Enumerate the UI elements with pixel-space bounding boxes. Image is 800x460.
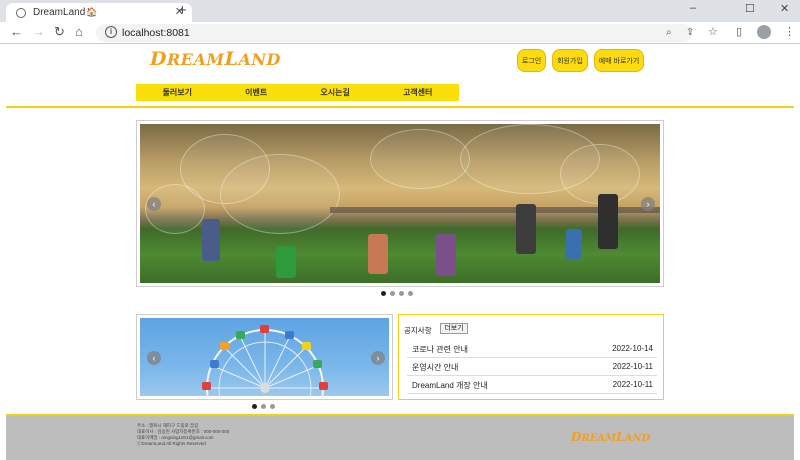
logo-letter: L xyxy=(616,430,625,444)
reserve-button[interactable]: 예매 바로가기 xyxy=(594,49,644,72)
new-tab-icon[interactable]: + xyxy=(178,2,187,19)
bookmark-star-icon[interactable]: ☆ xyxy=(708,25,718,38)
slider-dot[interactable] xyxy=(399,291,404,296)
forward-icon[interactable]: → xyxy=(32,24,45,39)
slider-dot[interactable] xyxy=(261,404,266,409)
main-nav: 둘러보기 이벤트 오시는길 고객센터 xyxy=(136,84,459,101)
logo-letter: L xyxy=(224,48,239,70)
slider-dot[interactable] xyxy=(252,404,257,409)
hero-slider: ‹ › xyxy=(136,120,664,287)
ferris-wheel-illustration xyxy=(202,325,328,396)
minimize-icon[interactable]: – xyxy=(690,2,696,14)
notice-item-title[interactable]: DreamLand 개장 안내 xyxy=(412,380,488,391)
house-icon: 🏠 xyxy=(86,7,98,17)
close-window-icon[interactable]: ✕ xyxy=(780,2,789,15)
hero-slider-dots xyxy=(381,291,413,296)
logo-letter: D xyxy=(571,430,582,444)
slider-dot[interactable] xyxy=(390,291,395,296)
notice-item-date: 2022-10-11 xyxy=(612,362,653,371)
nav-item-event[interactable]: 이벤트 xyxy=(245,87,267,98)
zoom-icon[interactable]: ⌕ xyxy=(666,27,672,38)
ferris-slider-dots xyxy=(252,404,275,409)
profile-avatar-icon[interactable] xyxy=(757,25,771,39)
footer-logo[interactable]: DREAMLAND xyxy=(571,430,650,444)
notice-item-title[interactable]: 코로나 관련 안내 xyxy=(412,344,468,355)
browser-tab[interactable]: DreamLand 🏠 ✕ xyxy=(6,3,192,22)
logo-letters: AND xyxy=(624,433,651,444)
dreamland-logo[interactable]: DREAMLAND xyxy=(150,48,281,70)
nav-item-browse[interactable]: 둘러보기 xyxy=(163,87,192,98)
globe-icon xyxy=(16,7,26,18)
footer-copyright: ⓒDreamLand.All Rights Reserved xyxy=(137,441,206,446)
logo-letters: REAM xyxy=(581,433,617,444)
info-icon[interactable]: i xyxy=(105,26,117,38)
menu-icon[interactable]: ⋮ xyxy=(784,25,795,38)
ferris-wheel-photo: ‹ › xyxy=(140,318,389,396)
footer-info: 주소 : 행복시 해피구 드림로 꿈길 대표이사 : 김승진 사업자등록번호 :… xyxy=(137,423,229,447)
sidebar-icon[interactable]: ▯ xyxy=(736,25,742,38)
reload-icon[interactable]: ↻ xyxy=(54,24,65,40)
slider-dot[interactable] xyxy=(381,291,386,296)
maximize-icon[interactable]: ☐ xyxy=(745,2,755,15)
url-text[interactable]: localhost:8081 xyxy=(122,27,190,39)
notice-row[interactable]: 운영시간 안내 2022-10-11 xyxy=(407,358,657,376)
notice-title: 공지사항 xyxy=(404,326,432,335)
address-toolbar: ← → ↻ ⌂ i localhost:8081 ⌕ ⇪ ☆ ▯ ⋮ xyxy=(0,22,800,44)
notice-row[interactable]: DreamLand 개장 안내 2022-10-11 xyxy=(407,376,657,394)
back-icon[interactable]: ← xyxy=(10,24,23,39)
ferris-slider: ‹ › xyxy=(136,314,393,400)
tab-title: DreamLand xyxy=(33,7,86,18)
more-button[interactable]: 더보기 xyxy=(440,323,468,334)
ferris-prev-arrow-icon[interactable]: ‹ xyxy=(147,351,161,365)
slider-dot[interactable] xyxy=(270,404,275,409)
logo-letters: AND xyxy=(238,50,281,69)
notice-item-title[interactable]: 운영시간 안내 xyxy=(412,362,458,373)
browser-tab-bar: DreamLand 🏠 ✕ + – ☐ ✕ xyxy=(0,0,800,22)
logo-letter: D xyxy=(150,48,167,70)
slider-dot[interactable] xyxy=(408,291,413,296)
notice-item-date: 2022-10-14 xyxy=(612,344,653,353)
hero-prev-arrow-icon[interactable]: ‹ xyxy=(147,197,161,211)
nav-item-directions[interactable]: 오시는길 xyxy=(320,87,349,98)
notice-item-date: 2022-10-11 xyxy=(612,380,653,389)
notice-row[interactable]: 코로나 관련 안내 2022-10-14 xyxy=(407,340,657,358)
header-divider xyxy=(6,106,794,108)
home-icon[interactable]: ⌂ xyxy=(75,24,83,39)
nav-item-support[interactable]: 고객센터 xyxy=(403,87,432,98)
footer: 주소 : 행복시 해피구 드림로 꿈길 대표이사 : 김승진 사업자등록번호 :… xyxy=(6,416,794,460)
ferris-next-arrow-icon[interactable]: › xyxy=(371,351,385,365)
signup-button[interactable]: 회원가입 xyxy=(552,49,588,72)
bubbles-photo: ‹ › xyxy=(140,124,660,283)
address-bar[interactable]: i localhost:8081 ⌕ ⇪ xyxy=(96,24,694,42)
logo-letters: REAM xyxy=(166,50,225,69)
notice-board: 공지사항 더보기 코로나 관련 안내 2022-10-14 운영시간 안내 20… xyxy=(398,314,664,400)
share-icon[interactable]: ⇪ xyxy=(686,27,694,38)
hero-next-arrow-icon[interactable]: › xyxy=(641,197,655,211)
login-button[interactable]: 로그인 xyxy=(517,49,546,72)
